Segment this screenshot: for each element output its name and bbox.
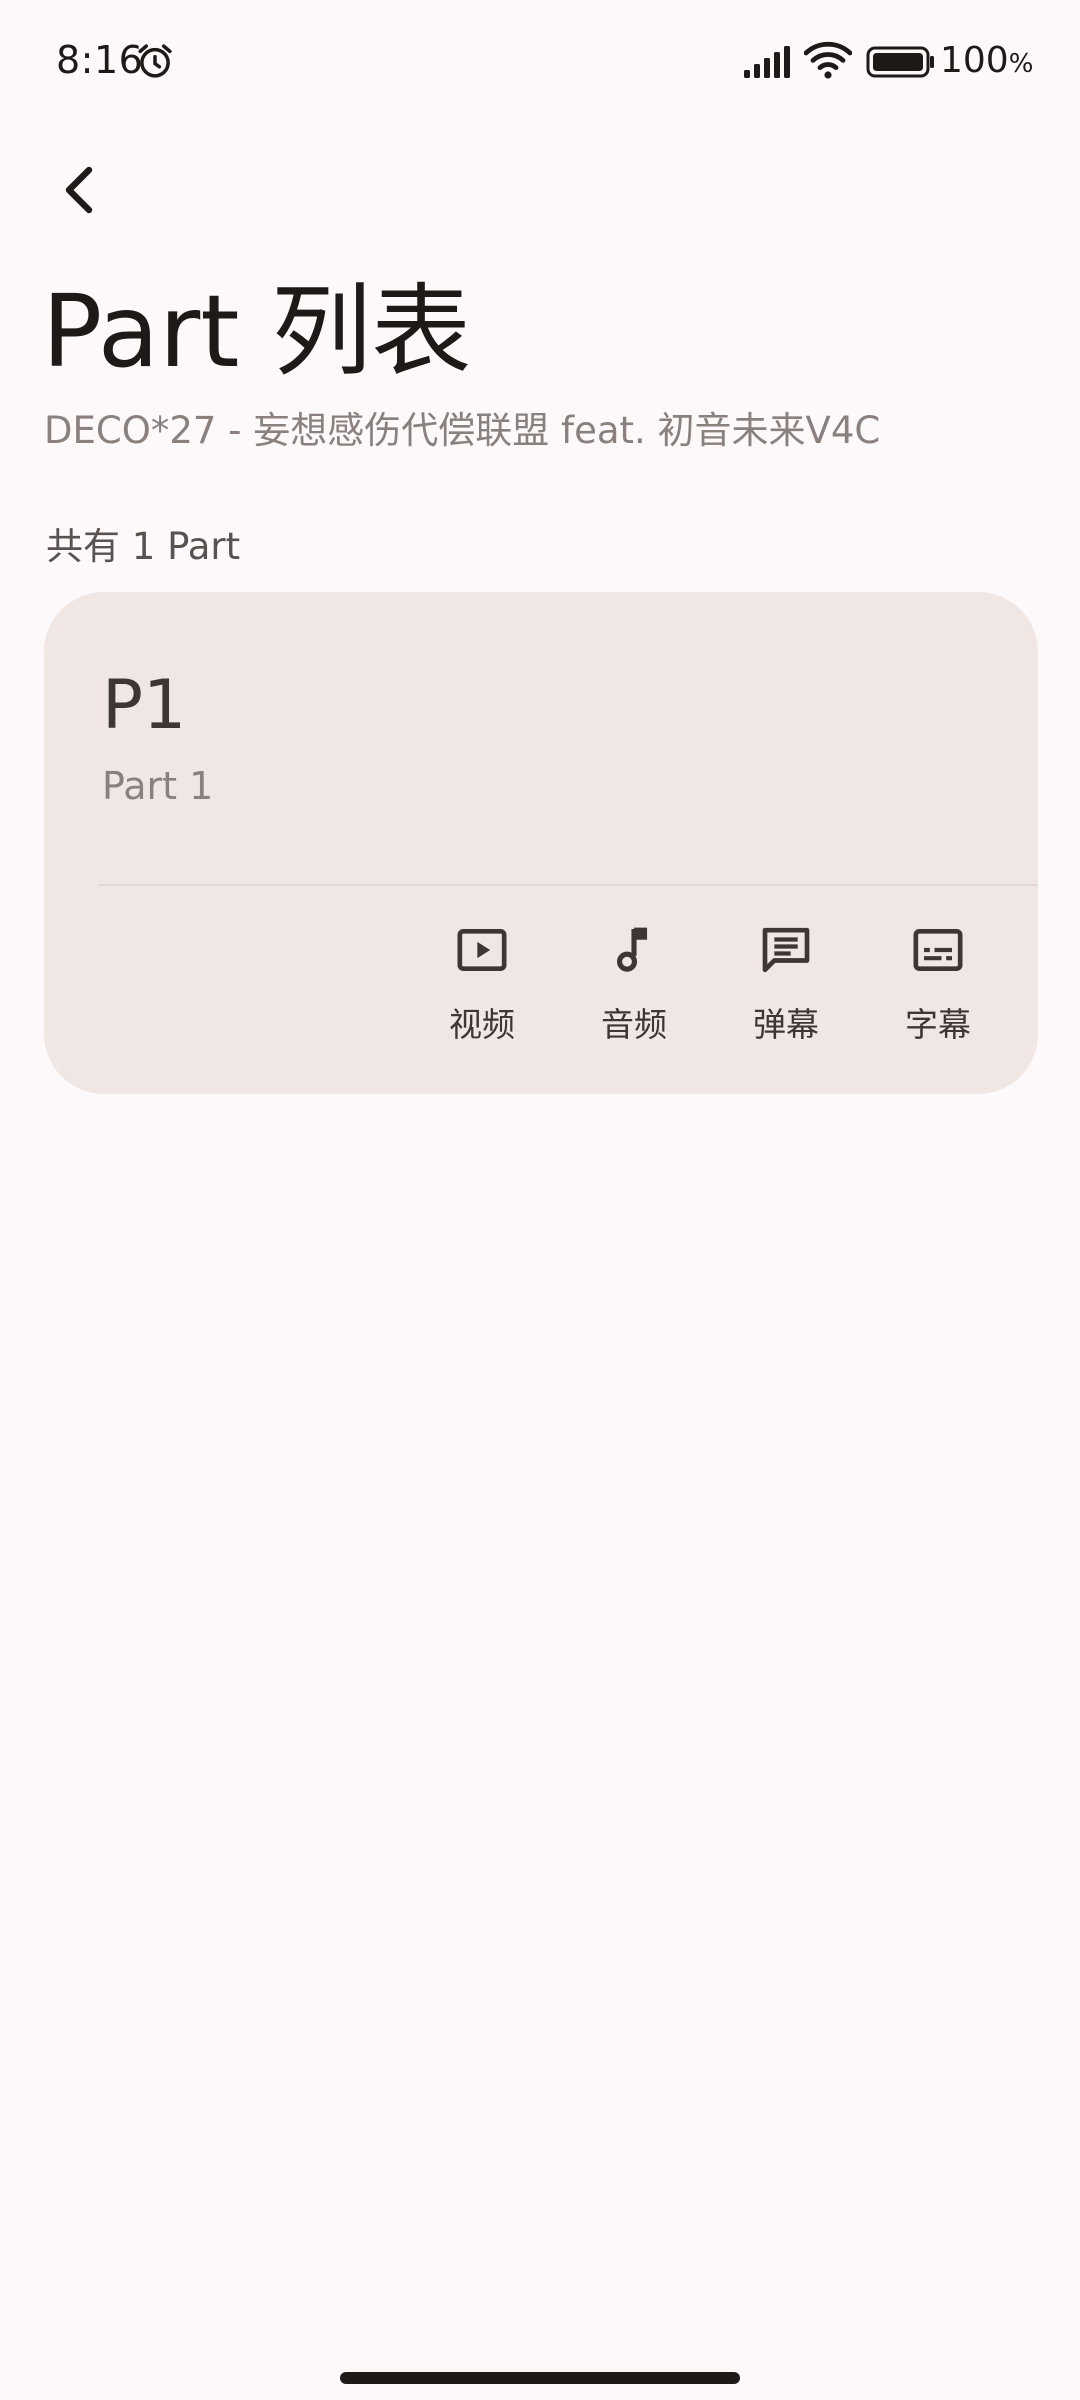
battery-level: 100%	[940, 40, 1034, 81]
alarm-icon	[138, 44, 172, 78]
subtitles-icon	[913, 929, 963, 971]
battery-icon	[866, 46, 934, 78]
music-note-icon	[616, 927, 648, 972]
page-subtitle: DECO*27 - 妄想感伤代偿联盟 feat. 初音未来V4C	[44, 409, 881, 452]
part-count: 共有 1 Part	[46, 525, 241, 568]
back-button[interactable]	[44, 150, 114, 230]
wifi-icon	[804, 41, 852, 79]
back-arrow-icon	[65, 166, 93, 214]
status-time: 8:16	[56, 38, 144, 82]
danmaku-button[interactable]: 弹幕	[726, 922, 846, 1062]
part-card[interactable]: P1 Part 1 视频 音频 弹幕 字幕	[44, 592, 1038, 1094]
video-play-icon	[457, 929, 507, 971]
status-bar: 8:16 100%	[0, 0, 1080, 120]
video-label: 视频	[449, 1005, 515, 1044]
page-title: Part 列表	[42, 273, 472, 390]
danmaku-label: 弹幕	[753, 1005, 819, 1044]
card-divider	[98, 884, 1038, 886]
home-indicator[interactable]	[340, 2372, 740, 2384]
part-name: P1	[102, 666, 187, 745]
comment-icon	[762, 927, 810, 973]
video-button[interactable]: 视频	[422, 922, 542, 1062]
screen: 8:16 100% Part 列表 DECO*27 - 妄想感伤代偿联盟 fea…	[0, 0, 1080, 2400]
signal-icon	[744, 46, 790, 78]
audio-label: 音频	[601, 1005, 667, 1044]
subtitle-button[interactable]: 字幕	[878, 922, 998, 1062]
subtitle-label: 字幕	[905, 1005, 971, 1044]
part-label: Part 1	[102, 764, 214, 808]
audio-button[interactable]: 音频	[574, 922, 694, 1062]
